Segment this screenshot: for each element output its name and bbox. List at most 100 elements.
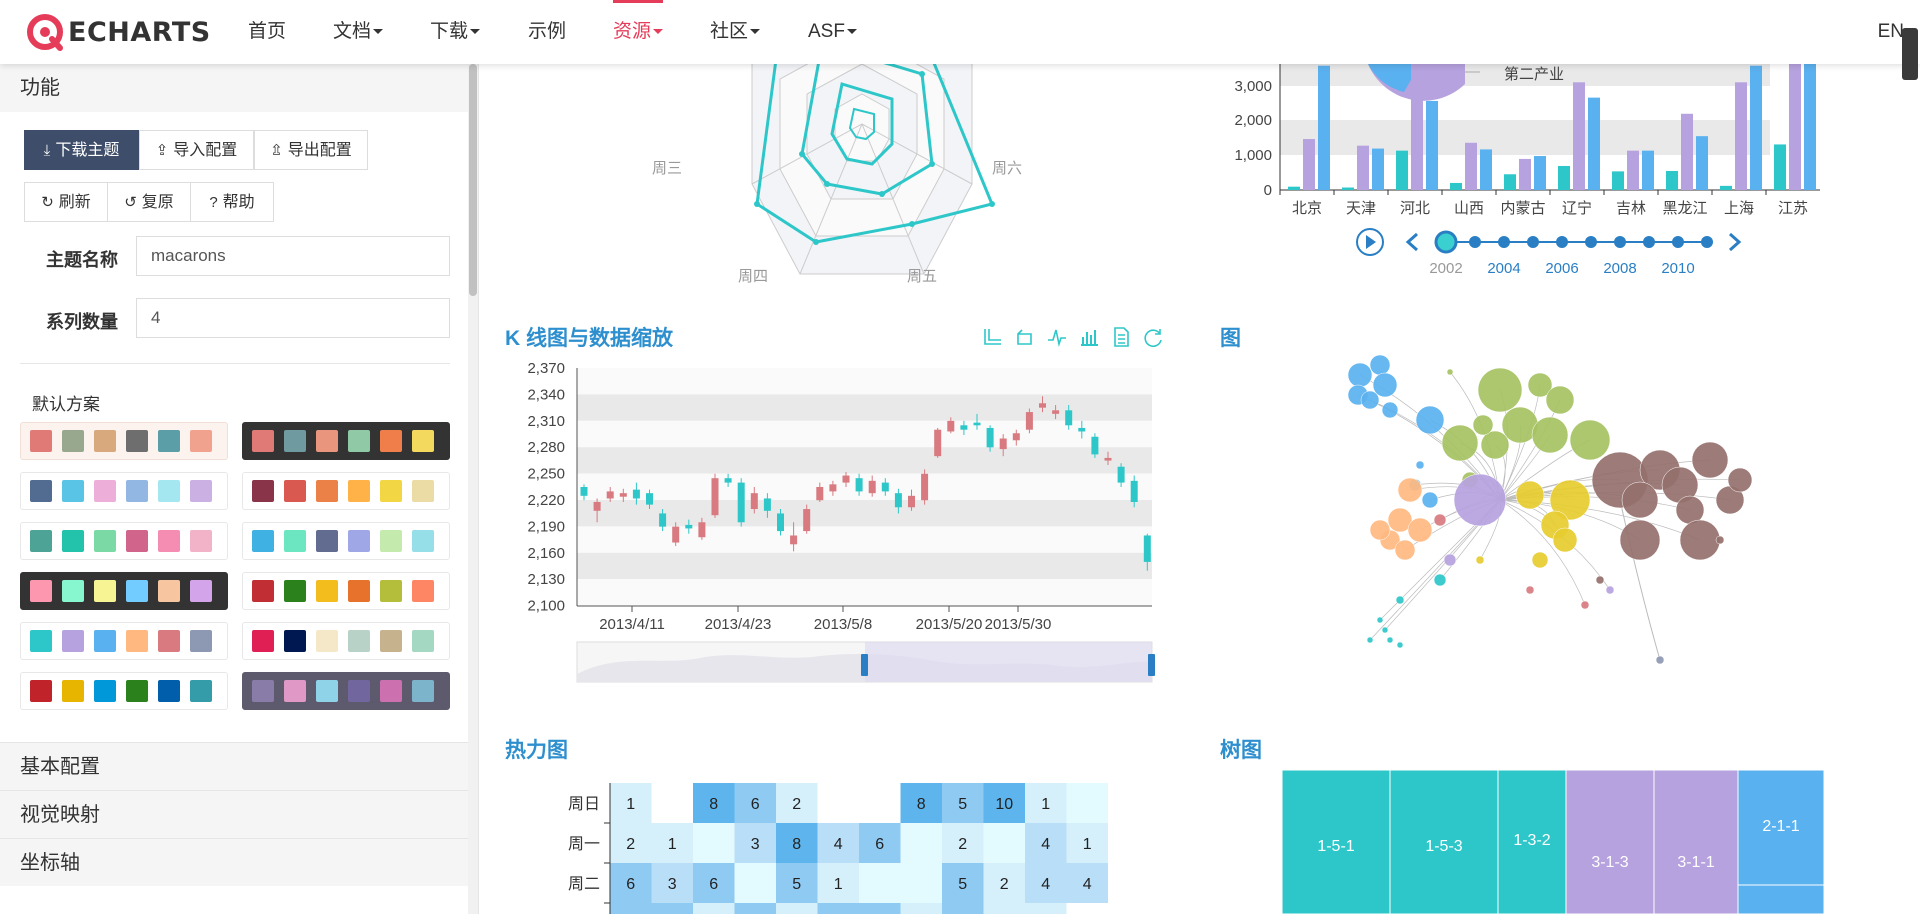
graph-node[interactable] xyxy=(1394,539,1416,561)
candlestick-mark[interactable] xyxy=(986,427,994,448)
graph-node[interactable] xyxy=(1621,481,1659,519)
candlestick-mark[interactable] xyxy=(750,493,758,510)
bar-mark[interactable] xyxy=(1303,139,1315,190)
candlestick-mark[interactable] xyxy=(593,501,601,511)
download-theme-button[interactable]: ⤓ 下载主题 xyxy=(24,130,139,170)
bar-mark[interactable] xyxy=(1735,82,1747,190)
heatmap-cell[interactable] xyxy=(817,783,860,823)
restore-icon[interactable] xyxy=(1142,326,1164,348)
candlestick-mark[interactable] xyxy=(908,495,915,508)
timeline-current-marker[interactable] xyxy=(1434,230,1458,254)
timeline-dot[interactable] xyxy=(1469,236,1481,248)
line-chart-icon[interactable] xyxy=(1046,326,1068,348)
candlestick-mark[interactable] xyxy=(1130,480,1138,502)
candlestick-mark[interactable] xyxy=(894,493,902,508)
timeline-year-label[interactable]: 2008 xyxy=(1603,260,1636,277)
timeline-dot[interactable] xyxy=(1556,236,1568,248)
candlestick-mark[interactable] xyxy=(829,484,837,492)
candlestick-mark[interactable] xyxy=(947,420,955,432)
graph-node[interactable] xyxy=(1381,626,1389,634)
timeline-dot[interactable] xyxy=(1498,236,1510,248)
graph-node[interactable] xyxy=(1545,385,1575,415)
graph-node[interactable] xyxy=(1595,575,1605,585)
heatmap-cell[interactable] xyxy=(900,823,943,863)
heatmap-cell[interactable] xyxy=(859,863,901,903)
candlestick-mark[interactable] xyxy=(1065,410,1073,426)
graph-node[interactable] xyxy=(1679,519,1721,561)
candlestick-mark[interactable] xyxy=(1078,427,1086,432)
candlestick-mark[interactable] xyxy=(737,482,745,523)
graph-node[interactable] xyxy=(1552,527,1578,553)
data-view-icon[interactable] xyxy=(1110,326,1132,348)
theme-palette-2[interactable] xyxy=(20,472,228,510)
bar-mark[interactable] xyxy=(1804,64,1816,190)
help-button[interactable]: ? 帮助 xyxy=(190,182,274,222)
candlestick-mark[interactable] xyxy=(672,526,680,543)
theme-palette-6[interactable] xyxy=(20,572,228,610)
candlestick-mark[interactable] xyxy=(698,522,706,538)
timeline-dot[interactable] xyxy=(1643,236,1655,248)
heatmap-cell[interactable] xyxy=(900,863,943,903)
theme-name-input[interactable]: macarons xyxy=(136,236,450,276)
candlestick-mark[interactable] xyxy=(842,475,850,483)
refresh-button[interactable]: ↻ 刷新 xyxy=(24,182,108,222)
graph-node[interactable] xyxy=(1472,414,1494,436)
bar-mark[interactable] xyxy=(1450,182,1462,190)
bar-mark[interactable] xyxy=(1627,150,1639,190)
graph-node[interactable] xyxy=(1381,401,1399,419)
bar-mark[interactable] xyxy=(1534,156,1546,190)
bar-mark[interactable] xyxy=(1426,100,1438,190)
candlestick-mark[interactable] xyxy=(999,438,1007,450)
timeline-year-label[interactable]: 2002 xyxy=(1429,260,1462,277)
bar-chart-icon[interactable] xyxy=(1078,326,1100,348)
bar-mark[interactable] xyxy=(1789,64,1801,190)
heatmap-cell[interactable] xyxy=(610,903,652,914)
candlestick-mark[interactable] xyxy=(881,482,889,492)
import-config-button[interactable]: ⇪ 导入配置 xyxy=(139,130,254,170)
bar-mark[interactable] xyxy=(1750,65,1762,190)
graph-node[interactable] xyxy=(1376,616,1384,624)
datazoom-right-handle[interactable] xyxy=(1148,654,1155,676)
graph-node[interactable] xyxy=(1655,655,1665,665)
bar-mark[interactable] xyxy=(1480,149,1492,190)
nav-item-1[interactable]: 文档 xyxy=(333,0,384,64)
section-function-header[interactable]: 功能 xyxy=(0,64,468,112)
candlestick-mark[interactable] xyxy=(632,489,640,499)
bar-mark[interactable] xyxy=(1318,65,1330,190)
graph-node[interactable] xyxy=(1372,372,1398,398)
bar-mark[interactable] xyxy=(1519,158,1531,190)
timeline-next-icon[interactable] xyxy=(1729,232,1742,252)
datazoom-left-handle[interactable] xyxy=(861,654,868,676)
graph-node[interactable] xyxy=(1691,441,1729,479)
bar-mark[interactable] xyxy=(1573,82,1585,190)
treemap-cell[interactable] xyxy=(1737,884,1824,914)
graph-node[interactable] xyxy=(1415,460,1425,470)
theme-palette-3[interactable] xyxy=(242,472,450,510)
graph-node[interactable] xyxy=(1369,354,1391,376)
bar-mark[interactable] xyxy=(1681,113,1693,190)
graph-node[interactable] xyxy=(1525,585,1535,595)
section-basic-config[interactable]: 基本配置 xyxy=(0,742,468,790)
zoom-icon[interactable] xyxy=(982,326,1004,348)
page-scroll-indicator[interactable] xyxy=(1902,28,1918,80)
candlestick-mark[interactable] xyxy=(685,524,693,529)
heatmap-cell[interactable] xyxy=(1025,903,1067,914)
graph-node[interactable] xyxy=(1453,473,1507,527)
bar-mark[interactable] xyxy=(1411,64,1423,190)
graph-node[interactable] xyxy=(1480,430,1510,460)
bar-mark[interactable] xyxy=(1696,136,1708,190)
candlestick-mark[interactable] xyxy=(868,480,876,494)
bar-mark[interactable] xyxy=(1396,150,1408,190)
treemap-cell[interactable] xyxy=(1565,770,1655,914)
candlestick-mark[interactable] xyxy=(1052,410,1060,414)
graph-node[interactable] xyxy=(1515,480,1545,510)
timeline-dot[interactable] xyxy=(1614,236,1626,248)
theme-palette-10[interactable] xyxy=(20,672,228,710)
graph-node[interactable] xyxy=(1415,405,1445,435)
bar-mark[interactable] xyxy=(1504,174,1516,190)
theme-palette-8[interactable] xyxy=(20,622,228,660)
heatmap-cell[interactable] xyxy=(900,903,943,914)
candlestick-mark[interactable] xyxy=(777,513,784,532)
theme-palette-11[interactable] xyxy=(242,672,450,710)
bar-mark[interactable] xyxy=(1465,142,1477,190)
